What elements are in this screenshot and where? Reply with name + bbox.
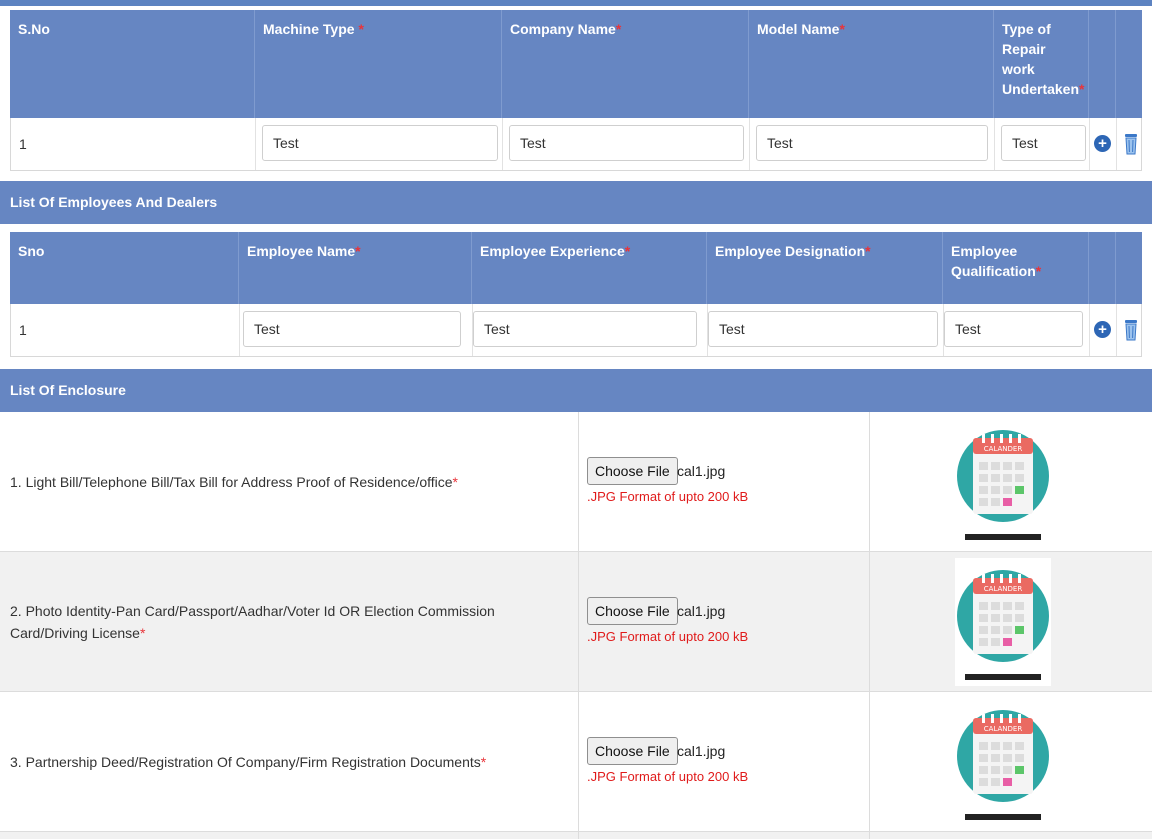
required-mark: * xyxy=(865,243,871,259)
svg-text:CALANDER: CALANDER xyxy=(984,445,1023,453)
col-sno: Sno xyxy=(18,243,45,259)
col-company-name: Company Name* xyxy=(501,10,748,118)
employees-table-header: Sno Employee Name* Employee Experience* … xyxy=(10,232,1142,304)
format-note: .JPG Format of upto 200 kB xyxy=(587,629,749,644)
top-border xyxy=(0,0,1152,6)
repair-type-input[interactable] xyxy=(1001,125,1086,161)
file-upload-cell: Choose File cal1.jpg .JPG Format of upto… xyxy=(578,412,870,551)
machine-type-input[interactable] xyxy=(262,125,498,161)
selected-file-name: cal1.jpg xyxy=(677,603,726,619)
file-upload-cell: Choose File cal1.jpg .JPG Format of upto… xyxy=(578,692,870,831)
col-employee-name: Employee Name* xyxy=(238,232,471,304)
selected-file-name: cal1.jpg xyxy=(677,743,726,759)
table-row: 1 + xyxy=(10,118,1142,171)
machines-table: S.No Machine Type * Company Name* Model … xyxy=(10,10,1142,171)
enclosure-section-title: List Of Enclosure xyxy=(0,369,1152,412)
col-employee-qualification: Employee Qualification* xyxy=(942,232,1088,304)
calendar-icon: CALANDER xyxy=(955,418,1051,546)
selected-file-name: cal1.jpg xyxy=(677,463,726,479)
employee-qualification-input[interactable] xyxy=(944,311,1083,347)
company-name-input[interactable] xyxy=(509,125,744,161)
enclosure-description: 1. Light Bill/Telephone Bill/Tax Bill fo… xyxy=(10,473,458,490)
col-machine-type: Machine Type * xyxy=(254,10,501,118)
enclosure-description: 3. Partnership Deed/Registration Of Comp… xyxy=(10,753,487,770)
calendar-icon: CALANDER xyxy=(955,558,1051,686)
required-mark: * xyxy=(1079,81,1085,97)
required-mark: * xyxy=(839,21,845,37)
delete-row-icon[interactable] xyxy=(1124,319,1138,341)
employee-experience-input[interactable] xyxy=(473,311,697,347)
svg-text:CALANDER: CALANDER xyxy=(984,725,1023,733)
employee-name-input[interactable] xyxy=(243,311,461,347)
delete-row-icon[interactable] xyxy=(1124,133,1138,155)
machines-table-header: S.No Machine Type * Company Name* Model … xyxy=(10,10,1142,118)
required-mark: * xyxy=(624,243,631,259)
calendar-icon: CALANDER xyxy=(955,698,1051,826)
format-note: .JPG Format of upto 200 kB xyxy=(587,489,749,504)
format-note: .JPG Format of upto 200 kB xyxy=(587,769,749,784)
col-sno: S.No xyxy=(18,21,50,37)
col-employee-designation: Employee Designation* xyxy=(706,232,942,304)
enclosure-row: 1. Light Bill/Telephone Bill/Tax Bill fo… xyxy=(0,412,1152,552)
enclosure-row xyxy=(0,832,1152,839)
employees-table: Sno Employee Name* Employee Experience* … xyxy=(10,232,1142,357)
choose-file-button[interactable]: Choose File xyxy=(587,597,678,625)
row-sno: 1 xyxy=(19,136,27,152)
model-name-input[interactable] xyxy=(756,125,988,161)
col-employee-experience: Employee Experience* xyxy=(471,232,706,304)
required-mark: * xyxy=(139,624,146,641)
employees-section-title: List Of Employees And Dealers xyxy=(0,181,1152,224)
required-mark: * xyxy=(452,473,458,490)
table-row: 1 + xyxy=(10,304,1142,357)
employee-designation-input[interactable] xyxy=(708,311,938,347)
row-sno: 1 xyxy=(19,322,27,338)
enclosure-description: 2. Photo Identity-Pan Card/Passport/Aadh… xyxy=(10,602,495,641)
enclosure-row: 2. Photo Identity-Pan Card/Passport/Aadh… xyxy=(0,552,1152,692)
enclosure-row: 3. Partnership Deed/Registration Of Comp… xyxy=(0,692,1152,832)
svg-text:CALANDER: CALANDER xyxy=(984,585,1023,593)
required-mark: * xyxy=(615,21,622,37)
col-repair-type: Type of Repair work Undertaken* xyxy=(993,10,1088,118)
col-model-name: Model Name* xyxy=(748,10,993,118)
required-mark: * xyxy=(480,753,487,770)
choose-file-button[interactable]: Choose File xyxy=(587,457,678,485)
required-mark: * xyxy=(1035,263,1042,279)
add-row-icon[interactable]: + xyxy=(1094,135,1111,152)
choose-file-button[interactable]: Choose File xyxy=(587,737,678,765)
required-mark: * xyxy=(358,21,364,37)
required-mark: * xyxy=(355,243,361,259)
file-upload-cell: Choose File cal1.jpg .JPG Format of upto… xyxy=(578,552,870,691)
add-row-icon[interactable]: + xyxy=(1094,321,1111,338)
